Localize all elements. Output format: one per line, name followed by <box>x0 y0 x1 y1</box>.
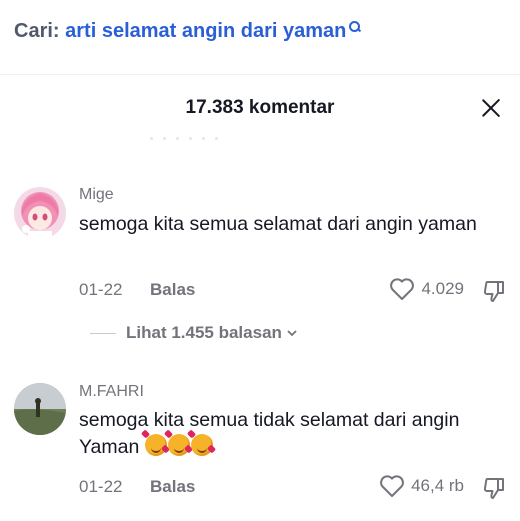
smiling-face-with-hearts-icon <box>186 429 216 456</box>
reply-button[interactable]: Balas <box>150 477 195 497</box>
chevron-down-icon <box>287 330 297 337</box>
comment-username[interactable]: Mige <box>79 186 114 204</box>
avatar[interactable] <box>14 383 66 435</box>
comment-text: semoga kita semua tidak selamat dari ang… <box>79 407 499 461</box>
search-icon[interactable] <box>348 20 361 34</box>
close-icon[interactable] <box>478 95 504 121</box>
search-header: Cari: arti selamat angin dari yaman <box>0 0 520 74</box>
emoji-group <box>140 429 216 458</box>
thumbs-down-icon[interactable] <box>482 476 506 500</box>
search-prefix: Cari: <box>14 20 60 42</box>
comment-username[interactable]: M.FAHRI <box>79 383 144 401</box>
like-count: 4.029 <box>421 279 464 298</box>
avatar[interactable] <box>14 187 66 239</box>
search-query-link[interactable]: arti selamat angin dari yaman <box>65 20 346 42</box>
comment-text-body: semoga kita semua tidak selamat dari ang… <box>79 409 460 458</box>
heart-outline-icon <box>390 278 415 300</box>
reply-button[interactable]: Balas <box>150 280 195 300</box>
like-count: 46,4 rb <box>411 476 464 495</box>
comment-count-title: 17.383 komentar <box>185 97 335 118</box>
comments-sheet: 17.383 komentar Mige semoga kita semua s… <box>0 74 520 521</box>
smiling-face-with-hearts-icon <box>163 429 193 456</box>
smiling-face-with-hearts-icon <box>140 429 170 456</box>
comment-text: semoga kita semua selamat dari angin yam… <box>79 213 477 235</box>
like-button[interactable]: 4.029 <box>389 277 464 301</box>
comment-date: 01-22 <box>79 280 123 299</box>
search-bar[interactable]: Cari: arti selamat angin dari yaman <box>14 20 361 43</box>
view-replies-label: Lihat 1.455 balasan <box>126 323 282 342</box>
view-replies-button[interactable]: Lihat 1.455 balasan <box>90 323 298 343</box>
comment-date: 01-22 <box>79 477 123 496</box>
thumbs-down-icon[interactable] <box>482 279 506 303</box>
heart-outline-icon <box>380 475 404 497</box>
like-button[interactable]: 46,4 rb <box>379 474 464 498</box>
loading-dots <box>150 137 260 143</box>
divider <box>90 332 116 334</box>
